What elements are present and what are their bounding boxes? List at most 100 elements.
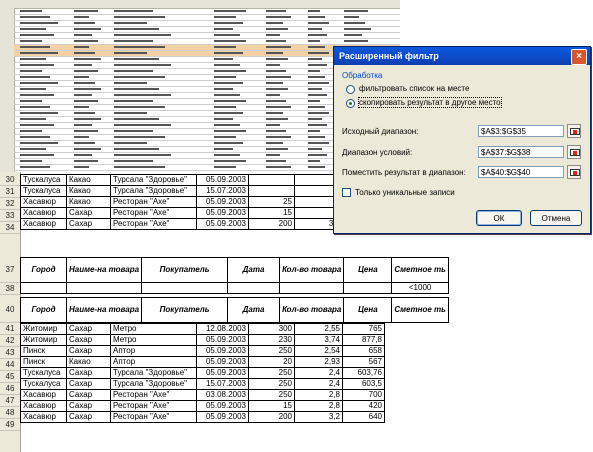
product-cell[interactable]: Сахар [66,345,111,357]
result-product-header[interactable]: Наиме-на товара [65,297,143,323]
row-number[interactable]: 34 [0,222,20,234]
buyer-cell[interactable]: Метро [110,323,197,335]
copy-to-input[interactable]: $A$40:$G$40 [478,166,564,178]
qty-cell[interactable]: 230 [248,334,295,346]
radio-filter-in-place-label[interactable]: фильтровать список на месте [359,84,469,93]
price-cell[interactable]: 3,2 [294,411,343,423]
result-city-header[interactable]: Город [20,297,67,323]
sum-cell[interactable]: 700 [342,389,385,401]
date-cell[interactable]: 05.09.2003 [196,400,249,412]
criteria-cell[interactable] [65,282,143,294]
sum-cell[interactable]: 765 [342,323,385,335]
city-cell[interactable]: Тускалуса [20,174,67,186]
city-cell[interactable]: Пинск [20,356,67,368]
result-price-header[interactable]: Цена [343,297,393,323]
list-range-input[interactable]: $A$3:$G$35 [478,125,564,137]
dialog-title-bar[interactable]: Расширенный фильтр × [334,47,590,65]
row-number[interactable]: 40 [0,297,20,323]
qty-cell[interactable]: 200 [248,218,295,230]
row-number[interactable]: 44 [0,359,20,371]
result-sum-header[interactable]: Сметное ть [391,297,449,323]
row-number[interactable]: 45 [0,371,20,383]
buyer-cell[interactable]: Турсала "Здоровье" [110,185,197,197]
row-number[interactable]: 33 [0,210,20,222]
result-qty-header[interactable]: Кол-во товара [279,297,345,323]
sum-cell[interactable]: 603,76 [342,367,385,379]
product-cell[interactable]: Какао [66,356,111,368]
product-cell[interactable]: Сахар [66,378,111,390]
buyer-cell[interactable]: Турсала "Здоровье" [110,174,197,186]
sum-cell[interactable]: 420 [342,400,385,412]
buyer-cell[interactable]: Ресторан "Ахе" [110,400,197,412]
date-cell[interactable]: 05.09.2003 [196,334,249,346]
product-cell[interactable]: Сахар [66,218,111,230]
city-cell[interactable]: Тускалуса [20,185,67,197]
row-number[interactable]: 31 [0,186,20,198]
product-cell[interactable]: Сахар [66,207,111,219]
qty-cell[interactable]: 25 [248,196,295,208]
buyer-cell[interactable]: Аптор [110,356,197,368]
criteria-buyer-header[interactable]: Покупатель [141,257,229,283]
criteria-sum-header[interactable]: Сметное ть [391,257,449,283]
criteria-city-header[interactable]: Город [20,257,67,283]
price-cell[interactable]: 2,54 [294,345,343,357]
criteria-sum-value[interactable]: <1000 [391,282,449,294]
city-cell[interactable]: Хасавюр [20,389,67,401]
ok-button[interactable]: ОК [476,210,522,226]
qty-cell[interactable]: 15 [248,207,295,219]
qty-cell[interactable]: 200 [248,411,295,423]
criteria-cell[interactable] [20,282,67,294]
city-cell[interactable]: Хасавюр [20,218,67,230]
date-cell[interactable]: 12.08.2003 [196,323,249,335]
row-number[interactable]: 48 [0,407,20,419]
row-number[interactable]: 43 [0,347,20,359]
buyer-cell[interactable]: Ресторан "Ахе" [110,218,197,230]
range-picker-icon[interactable] [567,165,581,179]
date-cell[interactable]: 05.09.2003 [196,174,249,186]
price-cell[interactable]: 2,4 [294,378,343,390]
city-cell[interactable]: Житомир [20,323,67,335]
sum-cell[interactable]: 658 [342,345,385,357]
city-cell[interactable]: Пинск [20,345,67,357]
sum-cell[interactable]: 603,5 [342,378,385,390]
radio-copy-to-other-label[interactable]: скопировать результат в другое место [358,97,502,108]
date-cell[interactable]: 05.09.2003 [196,345,249,357]
row-number[interactable]: 37 [0,257,20,283]
price-cell[interactable]: 2,4 [294,367,343,379]
product-cell[interactable]: Сахар [66,367,111,379]
row-number[interactable]: 46 [0,383,20,395]
city-cell[interactable]: Хасавюр [20,400,67,412]
date-cell[interactable]: 05.09.2003 [196,196,249,208]
buyer-cell[interactable]: Ресторан "Ахе" [110,411,197,423]
criteria-range-input[interactable]: $A$37:$G$38 [478,146,564,158]
product-cell[interactable]: Какао [66,174,111,186]
city-cell[interactable]: Хасавюр [20,196,67,208]
unique-records-checkbox[interactable] [342,188,351,197]
unique-records-label[interactable]: Только уникальные записи [355,188,455,197]
criteria-date-header[interactable]: Дата [227,257,281,283]
date-cell[interactable]: 05.09.2003 [196,411,249,423]
row-number[interactable]: 32 [0,198,20,210]
product-cell[interactable]: Сахар [66,323,111,335]
sum-cell[interactable]: 640 [342,411,385,423]
buyer-cell[interactable]: Ресторан "Ахе" [110,207,197,219]
qty-cell[interactable] [248,185,295,197]
price-cell[interactable]: 2,93 [294,356,343,368]
buyer-cell[interactable]: Метро [110,334,197,346]
date-cell[interactable]: 15.07.2003 [196,185,249,197]
criteria-product-header[interactable]: Наиме-на товара [65,257,143,283]
city-cell[interactable]: Хасавюр [20,411,67,423]
qty-cell[interactable]: 300 [248,323,295,335]
buyer-cell[interactable]: Турсала "Здоровье" [110,367,197,379]
product-cell[interactable]: Сахар [66,389,111,401]
criteria-cell[interactable] [227,282,281,294]
date-cell[interactable]: 05.09.2003 [196,367,249,379]
close-icon[interactable]: × [571,49,587,65]
price-cell[interactable]: 2,55 [294,323,343,335]
buyer-cell[interactable]: Ресторан "Ахе" [110,196,197,208]
row-number[interactable]: 38 [0,283,20,295]
qty-cell[interactable]: 250 [248,389,295,401]
sum-cell[interactable]: 567 [342,356,385,368]
qty-cell[interactable]: 15 [248,400,295,412]
result-date-header[interactable]: Дата [227,297,281,323]
